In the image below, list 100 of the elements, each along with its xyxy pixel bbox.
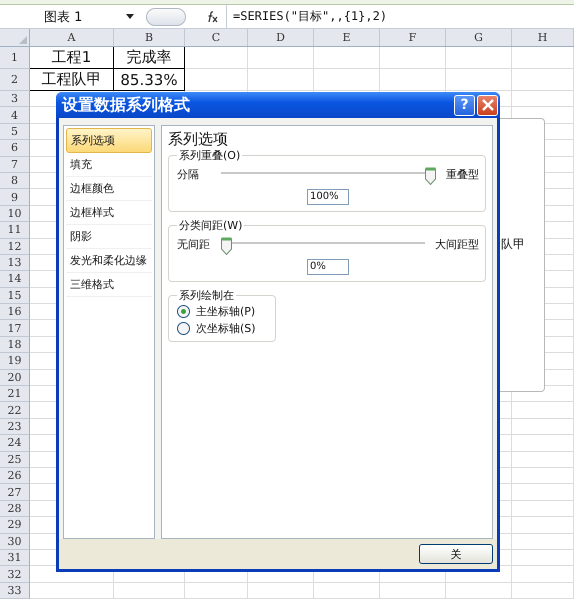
category-item[interactable]: 发光和柔化边缘 [66, 249, 152, 273]
grid-cell[interactable] [185, 47, 248, 69]
row-header[interactable]: 18 [0, 336, 30, 354]
row-header[interactable]: 29 [0, 517, 30, 534]
close-button[interactable] [477, 94, 498, 116]
category-item[interactable]: 阴影 [66, 225, 152, 249]
grid-cell[interactable] [185, 582, 248, 600]
row-header[interactable]: 14 [0, 271, 30, 288]
row-header[interactable]: 11 [0, 222, 30, 239]
row-header[interactable]: 32 [0, 566, 30, 583]
row-header[interactable]: 30 [0, 534, 30, 550]
row-header[interactable]: 3 [0, 91, 30, 108]
row-header[interactable]: 23 [0, 418, 30, 436]
radio-label[interactable]: 次坐标轴(S) [196, 321, 256, 336]
row-header[interactable]: 22 [0, 402, 30, 419]
grid-cell[interactable] [248, 69, 314, 91]
value-field[interactable]: 0% [307, 259, 349, 275]
row-header[interactable]: 27 [0, 484, 30, 501]
grid-cell[interactable] [512, 418, 574, 436]
grid-cell[interactable] [512, 500, 574, 518]
row-header[interactable]: 16 [0, 304, 30, 320]
row-header[interactable]: 13 [0, 254, 30, 272]
category-item[interactable]: 系列选项 [66, 128, 152, 153]
formula-field[interactable]: =SERIES("目标",,{1},2) [226, 5, 574, 28]
grid-cell[interactable] [446, 582, 512, 600]
column-header[interactable]: D [248, 29, 314, 46]
grid-cell[interactable] [512, 484, 574, 501]
table-cell[interactable]: 85.33% [114, 69, 185, 91]
grid-cell[interactable] [30, 582, 114, 600]
row-header[interactable]: 4 [0, 107, 30, 124]
category-item[interactable]: 边框样式 [66, 201, 152, 225]
chart-overlay[interactable]: 队甲 [500, 118, 545, 392]
row-header[interactable]: 31 [0, 550, 30, 566]
grid-cell[interactable] [248, 47, 314, 69]
column-header[interactable]: H [512, 29, 574, 46]
select-all-icon[interactable] [19, 36, 27, 44]
column-header[interactable]: G [446, 29, 512, 46]
column-header[interactable]: E [314, 29, 380, 46]
table-cell[interactable]: 工程队甲 [30, 69, 114, 91]
close-dialog-button[interactable]: 关 [419, 544, 493, 564]
help-button[interactable]: ? [454, 94, 475, 116]
row-header[interactable]: 19 [0, 353, 30, 370]
category-item[interactable]: 填充 [66, 153, 152, 177]
value-field[interactable]: 100% [307, 189, 349, 205]
row-header[interactable]: 6 [0, 140, 30, 157]
row-header[interactable]: 2 [0, 69, 30, 91]
column-header[interactable]: F [380, 29, 446, 46]
grid-cell[interactable] [512, 91, 574, 108]
row-header[interactable]: 21 [0, 386, 30, 402]
grid-cell[interactable] [380, 47, 446, 69]
slider-thumb[interactable] [221, 237, 232, 255]
grid-cell[interactable] [512, 550, 574, 566]
close-icon[interactable] [482, 99, 494, 111]
splitter-handle[interactable] [146, 8, 186, 26]
grid-cell[interactable] [512, 47, 574, 69]
grid-cell[interactable] [248, 582, 314, 600]
radio-button[interactable] [177, 305, 190, 318]
radio-button[interactable] [177, 322, 190, 335]
grid-cell[interactable] [380, 582, 446, 600]
grid-cell[interactable] [446, 47, 512, 69]
category-item[interactable]: 边框颜色 [66, 177, 152, 201]
row-header[interactable]: 20 [0, 370, 30, 386]
table-cell[interactable]: 工程1 [30, 47, 114, 69]
category-item[interactable]: 三维格式 [66, 273, 152, 297]
name-box[interactable]: 图表 1 [0, 8, 140, 26]
grid-cell[interactable] [512, 435, 574, 452]
grid-cell[interactable] [512, 402, 574, 419]
row-header[interactable]: 8 [0, 172, 30, 190]
row-header[interactable]: 25 [0, 452, 30, 468]
grid-cell[interactable] [512, 534, 574, 550]
row-header[interactable]: 12 [0, 238, 30, 255]
row-header[interactable]: 15 [0, 288, 30, 304]
grid-cell[interactable] [512, 566, 574, 583]
grid-cell[interactable] [446, 69, 512, 91]
slider-thumb[interactable] [425, 167, 436, 185]
row-header[interactable]: 17 [0, 320, 30, 337]
dropdown-icon[interactable] [126, 14, 134, 19]
row-header[interactable]: 24 [0, 435, 30, 452]
grid-cell[interactable] [314, 69, 380, 91]
radio-label[interactable]: 主坐标轴(P) [196, 304, 256, 319]
column-header[interactable]: A [30, 29, 114, 46]
grid-cell[interactable] [380, 69, 446, 91]
row-header[interactable]: 9 [0, 189, 30, 206]
row-header[interactable]: 28 [0, 500, 30, 518]
column-header[interactable]: C [185, 29, 248, 46]
grid-cell[interactable] [512, 517, 574, 534]
grid-cell[interactable] [512, 452, 574, 468]
grid-cell[interactable] [512, 468, 574, 484]
row-header[interactable]: 7 [0, 156, 30, 173]
column-header[interactable]: B [114, 29, 185, 46]
table-cell[interactable]: 完成率 [114, 47, 185, 69]
grid-cell[interactable] [185, 69, 248, 91]
grid-cell[interactable] [512, 582, 574, 600]
grid-cell[interactable] [314, 582, 380, 600]
row-header[interactable]: 33 [0, 582, 30, 600]
grid-cell[interactable] [512, 69, 574, 91]
row-header[interactable]: 1 [0, 47, 30, 69]
grid-cell[interactable] [114, 582, 185, 600]
row-header[interactable]: 10 [0, 206, 30, 222]
row-header[interactable]: 26 [0, 468, 30, 484]
